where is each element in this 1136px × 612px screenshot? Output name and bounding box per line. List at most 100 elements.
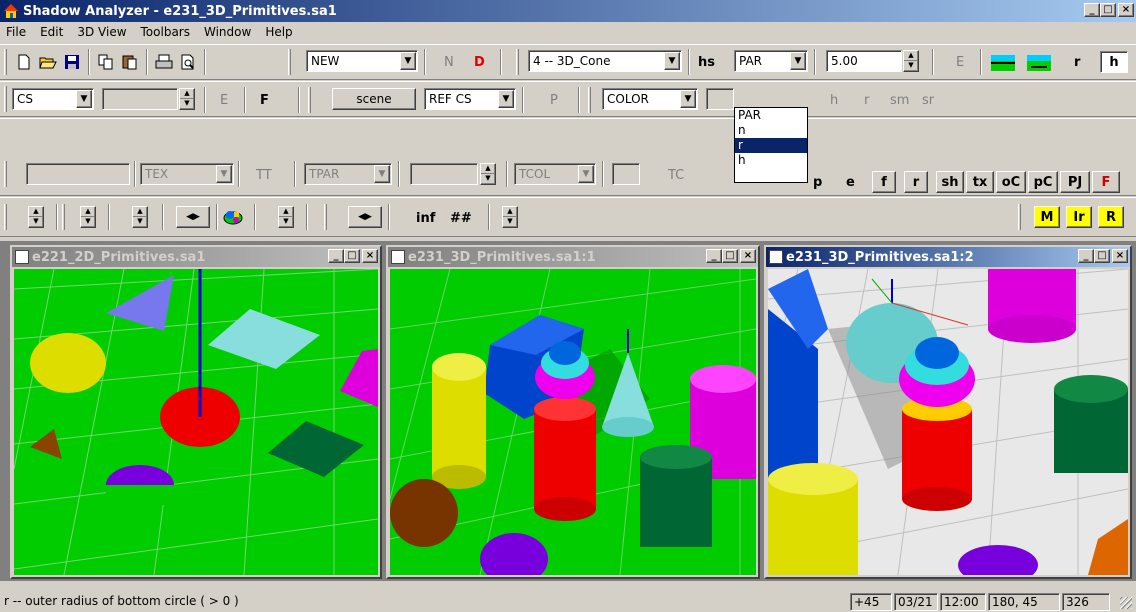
close-button[interactable]: ×: [1112, 249, 1128, 263]
step-arrows-icon[interactable]: ◀▶: [348, 206, 382, 228]
minimize-button[interactable]: _: [706, 249, 722, 263]
app-icon[interactable]: [3, 3, 19, 19]
menu-3d-view[interactable]: 3D View: [77, 25, 126, 39]
print-icon[interactable]: [154, 52, 174, 72]
cs-spinner[interactable]: ▲ ▼: [179, 88, 195, 110]
document-icon[interactable]: [15, 250, 29, 264]
maximize-button[interactable]: □: [1100, 3, 1116, 17]
oc-toggle-button[interactable]: oC: [996, 171, 1026, 193]
sm-button[interactable]: sm: [890, 93, 909, 108]
layer-down-icon[interactable]: [1026, 53, 1052, 73]
chevron-down-icon[interactable]: ▼: [76, 90, 92, 108]
print-preview-icon[interactable]: [178, 52, 198, 72]
r-yellow-button[interactable]: R: [1098, 206, 1124, 228]
maximize-button[interactable]: □: [1094, 249, 1110, 263]
p-button[interactable]: P: [550, 93, 558, 108]
maximize-button[interactable]: □: [344, 249, 360, 263]
dropdown-option-r[interactable]: r: [735, 138, 807, 153]
nav-spinner-4[interactable]: ▲ ▼: [278, 206, 294, 228]
e-button[interactable]: E: [956, 55, 964, 70]
menu-file[interactable]: File: [6, 25, 26, 39]
chevron-down-icon[interactable]: ▼: [374, 165, 390, 183]
color-swatch[interactable]: [706, 88, 734, 110]
tc-button[interactable]: TC: [668, 168, 684, 183]
mode-combo[interactable]: NEW ▼: [306, 50, 418, 72]
sr-button[interactable]: sr: [922, 93, 934, 108]
tcol-swatch[interactable]: [612, 163, 640, 185]
tpar-spinner[interactable]: ▲ ▼: [480, 163, 496, 185]
e-button[interactable]: E: [220, 93, 228, 108]
tex-combo[interactable]: TEX ▼: [140, 163, 234, 185]
m-button[interactable]: M: [1034, 206, 1060, 228]
cs-combo[interactable]: CS ▼: [12, 88, 94, 110]
h-button[interactable]: h: [830, 93, 838, 108]
ref-cs-combo[interactable]: REF CS ▼: [424, 88, 516, 110]
viewport-3d-1[interactable]: [390, 269, 756, 575]
pj-toggle-button[interactable]: PJ: [1060, 171, 1090, 193]
tpar-combo[interactable]: TPAR ▼: [304, 163, 392, 185]
menu-window[interactable]: Window: [204, 25, 251, 39]
menu-toolbars[interactable]: Toolbars: [141, 25, 190, 39]
child-title-bar[interactable]: e221_2D_Primitives.sa1 _ □ ×: [12, 247, 380, 267]
left-right-arrows-icon[interactable]: ◀▶: [176, 206, 210, 228]
p-button[interactable]: p: [813, 175, 822, 190]
minimize-button[interactable]: _: [1084, 3, 1100, 17]
f-red-toggle-button[interactable]: F: [1092, 171, 1120, 193]
scene-3d-canvas-2[interactable]: [768, 269, 1128, 575]
save-icon[interactable]: [62, 52, 82, 72]
tpar-value-input[interactable]: [410, 163, 478, 185]
pc-toggle-button[interactable]: pC: [1028, 171, 1058, 193]
menu-help[interactable]: Help: [265, 25, 292, 39]
chevron-down-icon[interactable]: ▼: [498, 90, 514, 108]
tx-toggle-button[interactable]: tx: [966, 171, 994, 193]
sh-toggle-button[interactable]: sh: [936, 171, 964, 193]
open-folder-icon[interactable]: [38, 52, 58, 72]
nav-spinner-2[interactable]: ▲ ▼: [80, 206, 96, 228]
value-spinner[interactable]: ▲ ▼: [903, 50, 919, 72]
tt-button[interactable]: TT: [256, 168, 272, 183]
param-dropdown-list[interactable]: PAR n r h: [734, 107, 808, 183]
h-button[interactable]: h: [1100, 51, 1128, 73]
scene-2d-canvas[interactable]: [14, 269, 378, 575]
inf-button[interactable]: inf: [416, 211, 435, 226]
chevron-down-icon[interactable]: ▼: [680, 90, 696, 108]
close-button[interactable]: ×: [740, 249, 756, 263]
maximize-button[interactable]: □: [722, 249, 738, 263]
scene-3d-canvas-1[interactable]: [390, 269, 756, 575]
viewport-3d-2[interactable]: [768, 269, 1128, 575]
d-button[interactable]: D: [474, 55, 485, 70]
nav-spinner-1[interactable]: ▲ ▼: [28, 206, 44, 228]
viewport-2d[interactable]: [14, 269, 378, 575]
param-combo[interactable]: PAR ▼: [734, 50, 808, 72]
chevron-down-icon[interactable]: ▼: [664, 52, 680, 70]
tcol-combo[interactable]: TCOL ▼: [514, 163, 596, 185]
value-input[interactable]: 5.00: [826, 50, 902, 72]
nav-spinner-3[interactable]: ▲ ▼: [132, 206, 148, 228]
child-title-bar[interactable]: e231_3D_Primitives.sa1:1 _ □ ×: [388, 247, 758, 267]
layer-up-icon[interactable]: [990, 53, 1016, 73]
minimize-button[interactable]: _: [328, 249, 344, 263]
grid-hash-button[interactable]: ##: [450, 211, 472, 226]
chevron-down-icon[interactable]: ▼: [216, 165, 232, 183]
child-window-3d-1[interactable]: e231_3D_Primitives.sa1:1 _ □ ×: [386, 245, 760, 579]
n-button[interactable]: N: [444, 55, 454, 70]
paste-icon[interactable]: [120, 52, 140, 72]
menu-edit[interactable]: Edit: [40, 25, 63, 39]
nav-spinner-5[interactable]: ▲ ▼: [502, 206, 518, 228]
close-button[interactable]: ×: [362, 249, 378, 263]
texture-name-input[interactable]: [26, 163, 130, 185]
cs-value-input[interactable]: [102, 88, 178, 110]
close-button[interactable]: ×: [1118, 3, 1134, 17]
chevron-down-icon[interactable]: ▼: [400, 52, 416, 70]
scene-view-icon[interactable]: [222, 206, 244, 228]
dropdown-option-par[interactable]: PAR: [735, 108, 807, 123]
e-button[interactable]: e: [846, 175, 855, 190]
f-toggle-button[interactable]: f: [872, 171, 896, 193]
document-icon[interactable]: [769, 250, 783, 264]
child-title-bar[interactable]: e231_3D_Primitives.sa1:2 _ □ ×: [766, 247, 1130, 267]
minimize-button[interactable]: _: [1078, 249, 1094, 263]
hs-button[interactable]: hs: [698, 55, 715, 70]
dropdown-option-h[interactable]: h: [735, 153, 807, 168]
r-button[interactable]: r: [864, 93, 869, 108]
document-icon[interactable]: [391, 250, 405, 264]
